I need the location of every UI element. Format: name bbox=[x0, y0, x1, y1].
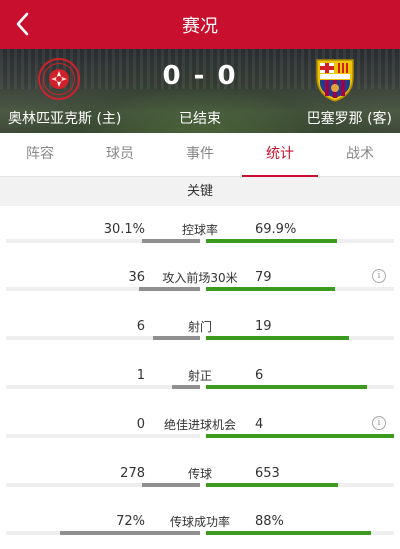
stat-row: 1 射正 6 bbox=[0, 352, 400, 400]
stat-label: 射门 bbox=[187, 320, 212, 334]
away-stat-bar-track bbox=[206, 531, 394, 535]
away-stat-bar-track bbox=[206, 239, 394, 243]
stat-label: 射正 bbox=[187, 369, 212, 383]
home-stat-bar-track bbox=[6, 483, 200, 487]
stat-label: 传球成功率 bbox=[169, 515, 230, 529]
page-title: 赛况 bbox=[182, 16, 218, 37]
home-stat-value: 0 bbox=[136, 417, 145, 432]
info-icon[interactable]: i bbox=[372, 416, 386, 430]
info-icon[interactable]: i bbox=[372, 269, 386, 283]
away-stat-value: 4 bbox=[255, 417, 264, 432]
away-stat-value: 653 bbox=[255, 466, 280, 481]
stat-row: 278 传球 653 bbox=[0, 450, 400, 498]
stat-row: 0 绝佳进球机会 4 i bbox=[0, 401, 400, 449]
away-team-name[interactable]: 巴塞罗那 (客) bbox=[307, 108, 392, 128]
away-stat-bar-track bbox=[206, 434, 394, 438]
away-stat-bar-track bbox=[206, 287, 394, 291]
stat-label: 控球率 bbox=[181, 223, 218, 237]
section-header: 关键 bbox=[0, 177, 400, 206]
stat-label: 攻入前场30米 bbox=[162, 271, 238, 285]
home-stat-value: 6 bbox=[136, 319, 145, 334]
away-stat-value: 19 bbox=[255, 319, 272, 334]
home-stat-bar-track bbox=[6, 336, 200, 340]
match-header: 0 - 0 奥林匹亚克斯 (主) 已结束 巴塞罗那 (客) bbox=[0, 49, 400, 133]
away-stat-bar-track bbox=[206, 385, 394, 389]
away-stat-bar-track bbox=[206, 336, 394, 340]
away-stat-bar bbox=[206, 531, 371, 535]
away-stat-value: 69.9% bbox=[255, 222, 297, 237]
away-stat-value: 88% bbox=[255, 514, 284, 529]
home-stat-bar-track bbox=[6, 287, 200, 291]
top-nav-bar: 赛况 bbox=[0, 0, 400, 49]
home-stat-bar-track bbox=[6, 434, 200, 438]
away-stat-value: 79 bbox=[255, 270, 272, 285]
stat-row: 36 攻入前场30米 79 i bbox=[0, 254, 400, 302]
stats-list: 30.1% 控球率 69.9% 36 攻入前场30米 79 i 6 射门 19 1 射正 6 0 绝佳进球机… bbox=[0, 206, 400, 549]
stat-row: 72% 传球成功率 88% bbox=[0, 498, 400, 546]
tab-players[interactable]: 球员 bbox=[80, 133, 160, 176]
stat-row: 6 射门 19 bbox=[0, 303, 400, 351]
home-stat-bar-track bbox=[6, 239, 200, 243]
stat-row: 30.1% 控球率 69.9% bbox=[0, 206, 400, 254]
home-stat-bar-track bbox=[6, 531, 200, 535]
tab-statistics[interactable]: 统计 bbox=[240, 133, 320, 177]
home-stat-bar bbox=[153, 336, 200, 340]
home-stat-bar bbox=[172, 385, 200, 389]
home-stat-bar bbox=[139, 287, 200, 291]
tab-events[interactable]: 事件 bbox=[160, 133, 240, 176]
home-stat-bar-track bbox=[6, 385, 200, 389]
home-stat-value: 72% bbox=[116, 514, 145, 529]
stat-label: 绝佳进球机会 bbox=[163, 418, 236, 432]
away-stat-bar bbox=[206, 239, 337, 243]
home-stat-value: 30.1% bbox=[103, 222, 145, 237]
away-stat-value: 6 bbox=[255, 368, 264, 383]
home-stat-bar bbox=[142, 483, 200, 487]
home-stat-value: 36 bbox=[128, 270, 145, 285]
home-stat-value: 278 bbox=[120, 466, 145, 481]
tab-lineup[interactable]: 阵容 bbox=[0, 133, 80, 176]
stat-label: 传球 bbox=[187, 467, 212, 481]
away-stat-bar bbox=[206, 336, 349, 340]
home-stat-value: 1 bbox=[136, 368, 145, 383]
home-stat-bar bbox=[60, 531, 200, 535]
tab-tactics[interactable]: 战术 bbox=[320, 133, 400, 176]
tab-bar: 阵容 球员 事件 统计 战术 bbox=[0, 133, 400, 177]
away-stat-bar bbox=[206, 287, 335, 291]
barcelona-crest-icon[interactable] bbox=[314, 57, 356, 103]
away-stat-bar-track bbox=[206, 483, 394, 487]
away-stat-bar bbox=[206, 434, 394, 438]
away-stat-bar bbox=[206, 483, 338, 487]
away-stat-bar bbox=[206, 385, 367, 389]
home-stat-bar bbox=[142, 239, 200, 243]
